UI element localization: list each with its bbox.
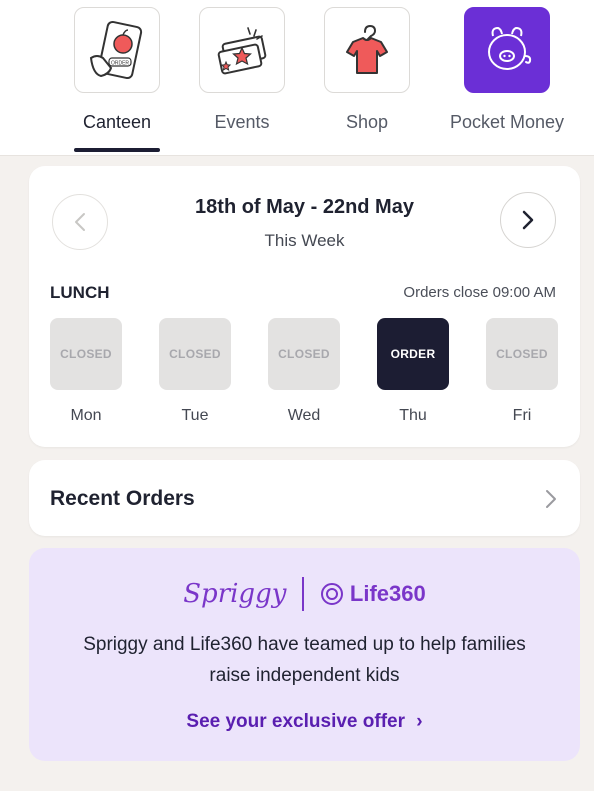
tab-events-label: Events	[214, 112, 270, 132]
pocket-money-tile	[464, 7, 550, 93]
exclusive-offer-link[interactable]: See your exclusive offer ›	[29, 711, 580, 733]
recent-orders-title: Recent Orders	[50, 487, 195, 510]
spriggy-logo: Spriggy	[183, 579, 287, 609]
exclusive-offer-label: See your exclusive offer	[186, 711, 405, 732]
day-tue-status: CLOSED	[159, 318, 231, 390]
recent-orders-row[interactable]: Recent Orders	[29, 460, 580, 536]
tab-events[interactable]: Events	[182, 0, 302, 155]
week-subtitle: This Week	[264, 231, 345, 250]
events-tile	[199, 7, 285, 93]
promo-banner: Spriggy Life360 Spriggy and Life360 have…	[29, 548, 580, 761]
active-tab-indicator	[74, 148, 160, 152]
promo-description: Spriggy and Life360 have teamed up to he…	[83, 634, 526, 686]
day-wed-status: CLOSED	[268, 318, 340, 390]
day-wed-label: Wed	[287, 407, 321, 424]
chevron-right-icon: ›	[416, 711, 423, 732]
day-tue-label: Tue	[181, 407, 209, 424]
event-tickets-icon	[217, 27, 267, 75]
day-fri-status: CLOSED	[486, 318, 558, 390]
day-fri-label: Fri	[512, 407, 532, 424]
next-week-button[interactable]	[500, 192, 556, 248]
piggy-bank-icon	[488, 27, 532, 70]
tab-pocket-money-label: Pocket Money	[449, 112, 565, 132]
tab-canteen[interactable]: ORDER Canteen	[57, 0, 177, 155]
week-range-title: 18th of May - 22nd May	[195, 196, 414, 218]
tab-canteen-label: Canteen	[82, 112, 152, 132]
chevron-right-icon	[522, 210, 534, 230]
shop-tile	[324, 7, 410, 93]
canteen-icon-text: ORDER	[111, 61, 129, 67]
tab-pocket-money[interactable]: Pocket Money	[432, 0, 582, 155]
canteen-phone-icon: ORDER	[89, 20, 143, 80]
day-mon-label: Mon	[70, 407, 102, 424]
orders-close-time: Orders close 09:00 AM	[403, 284, 556, 301]
day-mon-status: CLOSED	[50, 318, 122, 390]
chevron-right-icon	[546, 490, 556, 508]
partner-logos: Spriggy Life360	[29, 574, 580, 614]
canteen-tile: ORDER	[74, 7, 160, 93]
tab-shop-label: Shop	[345, 112, 389, 132]
meal-label: LUNCH	[50, 283, 110, 302]
top-navigation: ORDER Canteen Events Shop Pocket Money	[0, 0, 594, 156]
logo-divider	[302, 577, 304, 611]
life360-icon	[320, 583, 343, 605]
life360-logo: Life360	[320, 581, 426, 607]
life360-wordmark: Life360	[349, 581, 426, 606]
shirt-hanger-icon	[346, 24, 388, 74]
day-thu-order-button[interactable]: ORDER	[377, 318, 449, 390]
weekly-menu-card: 18th of May - 22nd May This Week LUNCH O…	[29, 166, 580, 447]
tab-shop[interactable]: Shop	[307, 0, 427, 155]
day-thu-label: Thu	[399, 407, 427, 424]
